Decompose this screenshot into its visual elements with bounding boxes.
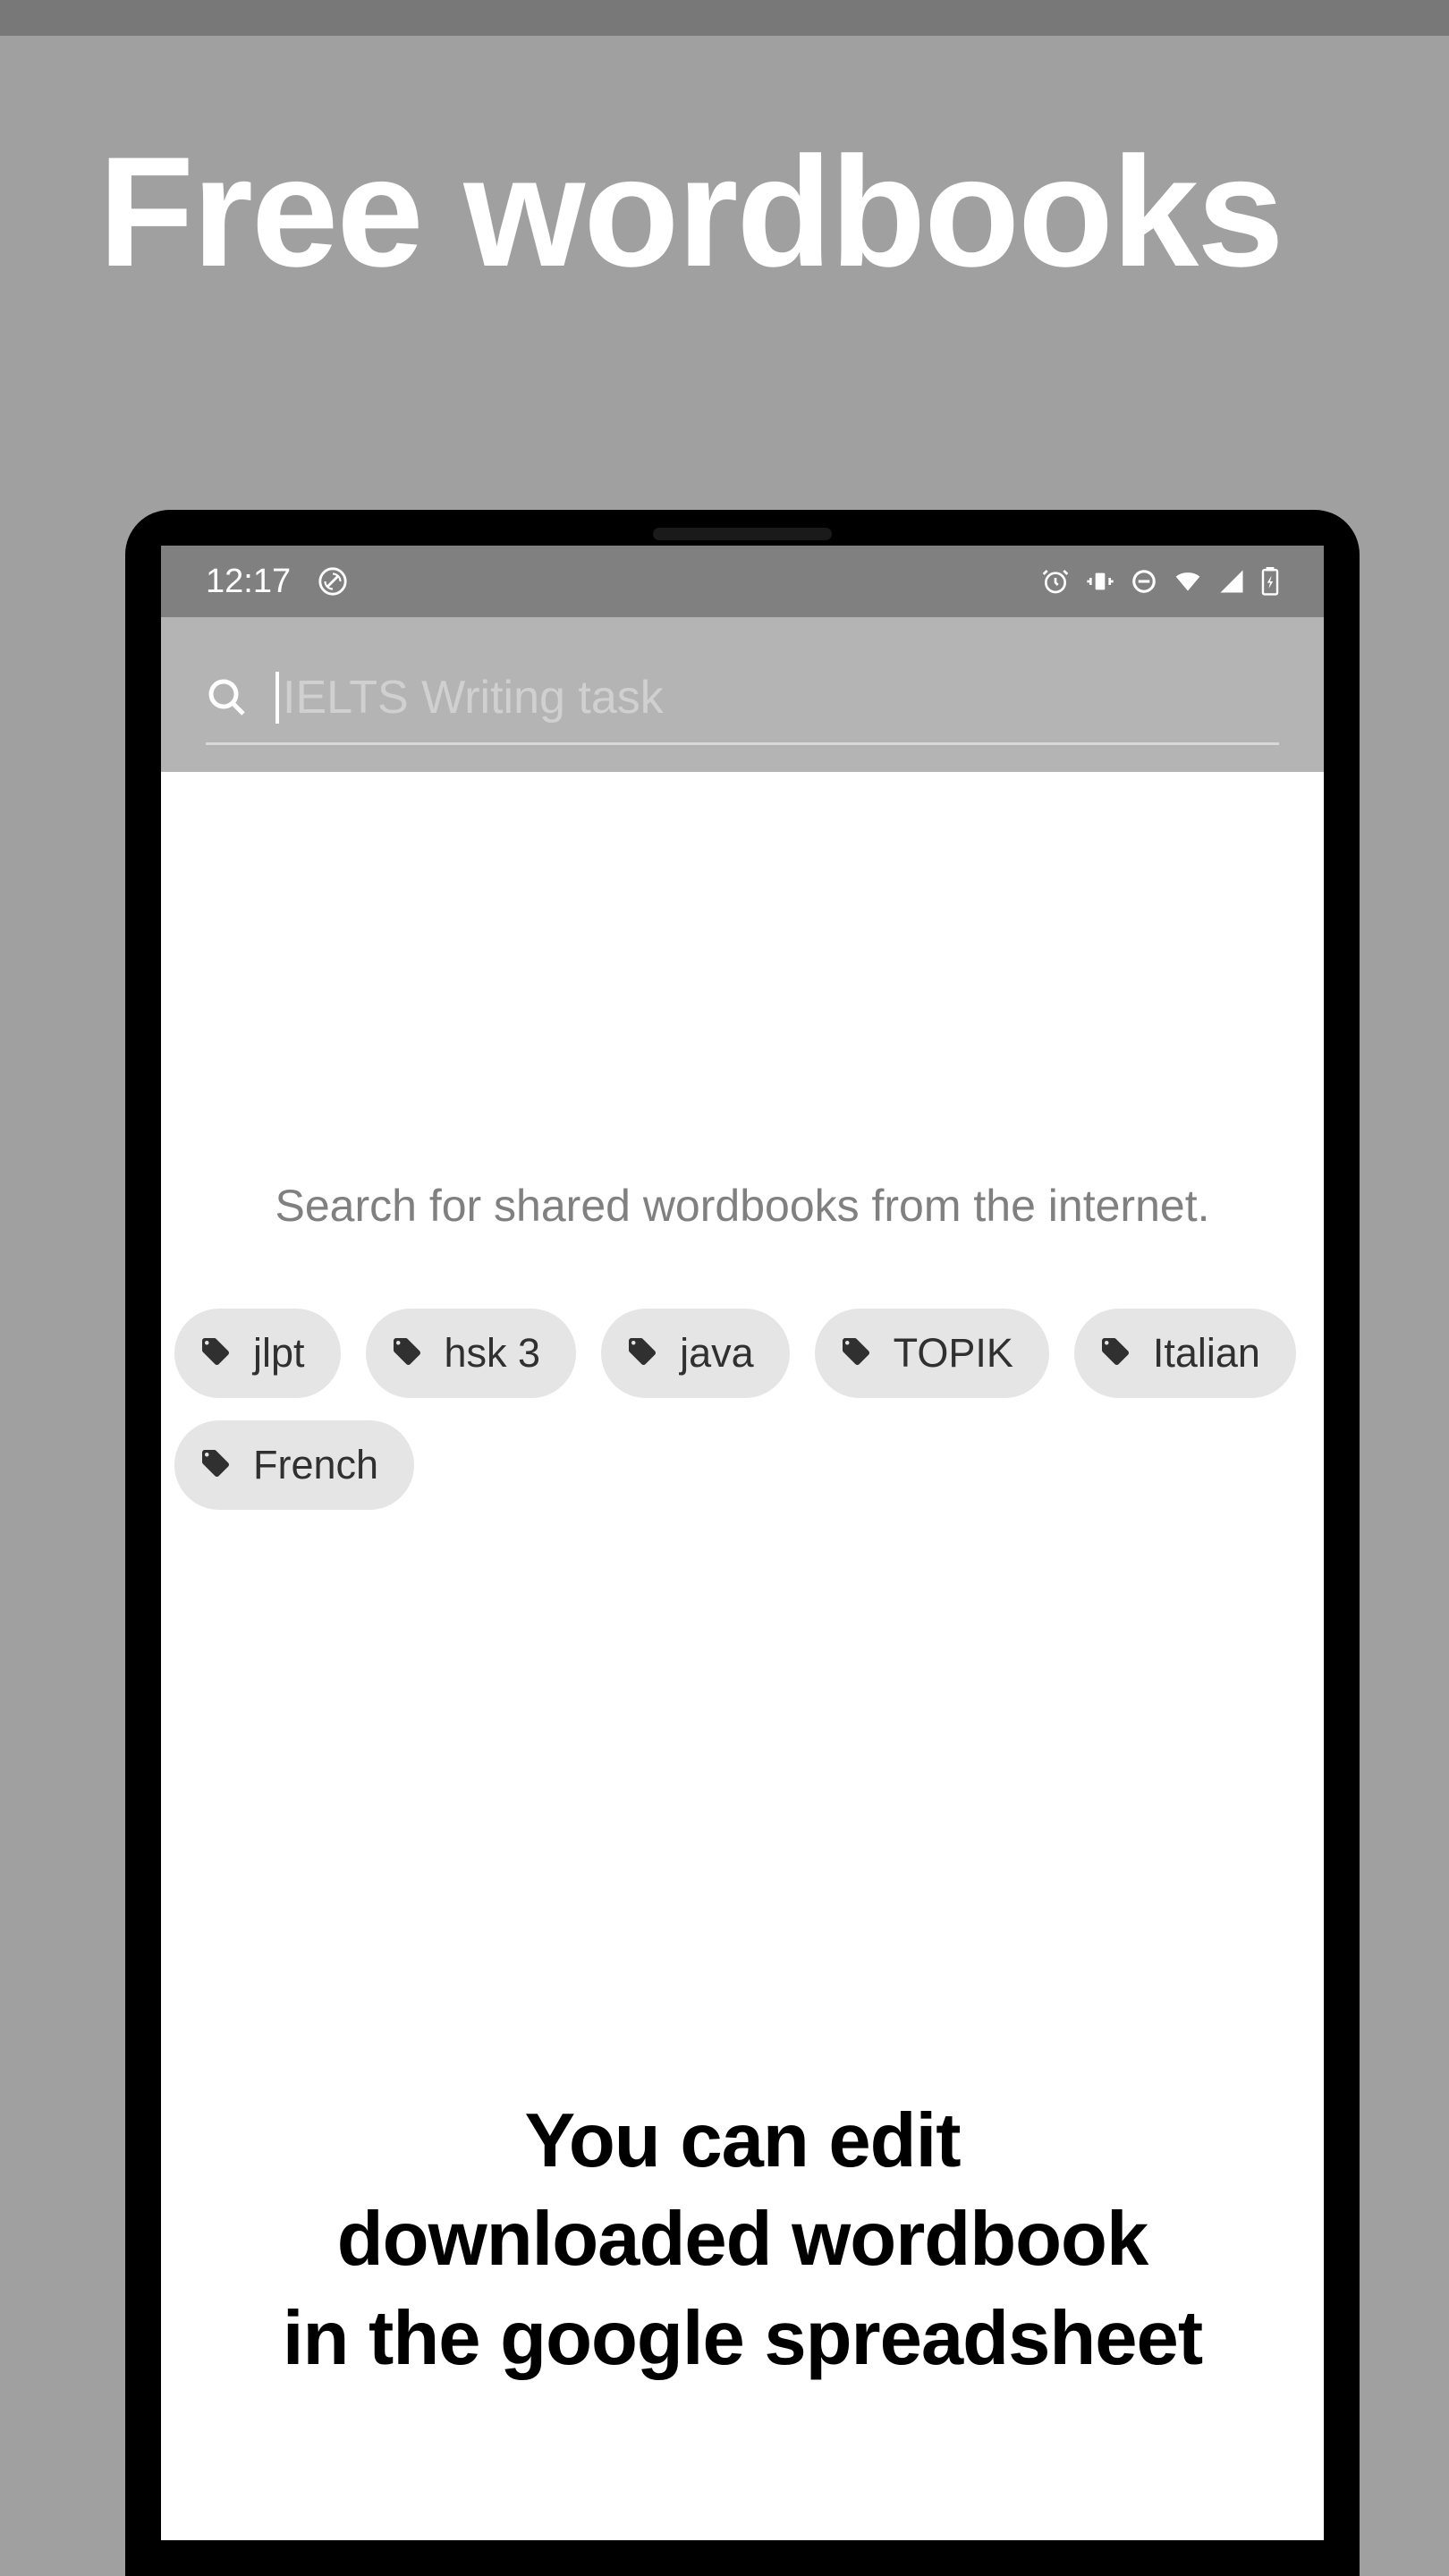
status-bar: 12:17 <box>161 546 1324 617</box>
search-bar[interactable]: IELTS Writing task <box>206 671 1279 745</box>
chips-container: jlpt hsk 3 java <box>174 1309 1310 1510</box>
chip-label: hsk 3 <box>445 1330 541 1377</box>
phone-speaker <box>653 528 832 540</box>
tag-icon <box>391 1335 423 1372</box>
tag-icon <box>840 1335 872 1372</box>
search-placeholder: IELTS Writing task <box>283 671 664 724</box>
alarm-icon <box>1041 567 1070 596</box>
search-icon <box>206 676 249 719</box>
chip-label: Italian <box>1153 1330 1260 1377</box>
status-time: 12:17 <box>206 563 291 601</box>
text-cursor <box>275 672 279 724</box>
promo-line-2: downloaded wordbook <box>170 2190 1315 2290</box>
chip-label: java <box>680 1330 754 1377</box>
tag-icon <box>199 1335 232 1372</box>
chip-label: jlpt <box>253 1330 305 1377</box>
content-subtitle: Search for shared wordbooks from the int… <box>174 1174 1310 1237</box>
search-input[interactable]: IELTS Writing task <box>275 671 1279 724</box>
promo-text: You can edit downloaded wordbook in the … <box>161 2092 1324 2389</box>
phone-screen: 12:17 <box>161 546 1324 2540</box>
vibrate-icon <box>1086 567 1114 596</box>
chip-french[interactable]: French <box>174 1420 414 1510</box>
chip-jlpt[interactable]: jlpt <box>174 1309 341 1398</box>
status-bar-left: 12:17 <box>206 563 348 601</box>
tag-icon <box>1099 1335 1131 1372</box>
tag-icon <box>626 1335 658 1372</box>
chip-java[interactable]: java <box>601 1309 790 1398</box>
chip-label: TOPIK <box>894 1330 1013 1377</box>
chip-topik[interactable]: TOPIK <box>815 1309 1049 1398</box>
battery-charging-icon <box>1261 567 1279 596</box>
top-decoration-bar <box>0 0 1449 36</box>
status-bar-right <box>1041 567 1279 596</box>
signal-icon <box>1218 568 1245 595</box>
promo-line-3: in the google spreadsheet <box>170 2290 1315 2389</box>
chip-italian[interactable]: Italian <box>1074 1309 1296 1398</box>
content-area: Search for shared wordbooks from the int… <box>161 772 1324 1510</box>
promo-line-1: You can edit <box>170 2092 1315 2191</box>
sync-off-icon <box>318 566 348 597</box>
search-bar-container: IELTS Writing task <box>161 617 1324 772</box>
wifi-icon <box>1174 567 1202 596</box>
tag-icon <box>199 1447 232 1484</box>
chip-hsk3[interactable]: hsk 3 <box>366 1309 577 1398</box>
phone-frame: 12:17 <box>125 510 1360 2576</box>
chip-label: French <box>253 1442 378 1488</box>
do-not-disturb-icon <box>1131 568 1157 595</box>
page-title: Free wordbooks <box>98 134 1449 291</box>
